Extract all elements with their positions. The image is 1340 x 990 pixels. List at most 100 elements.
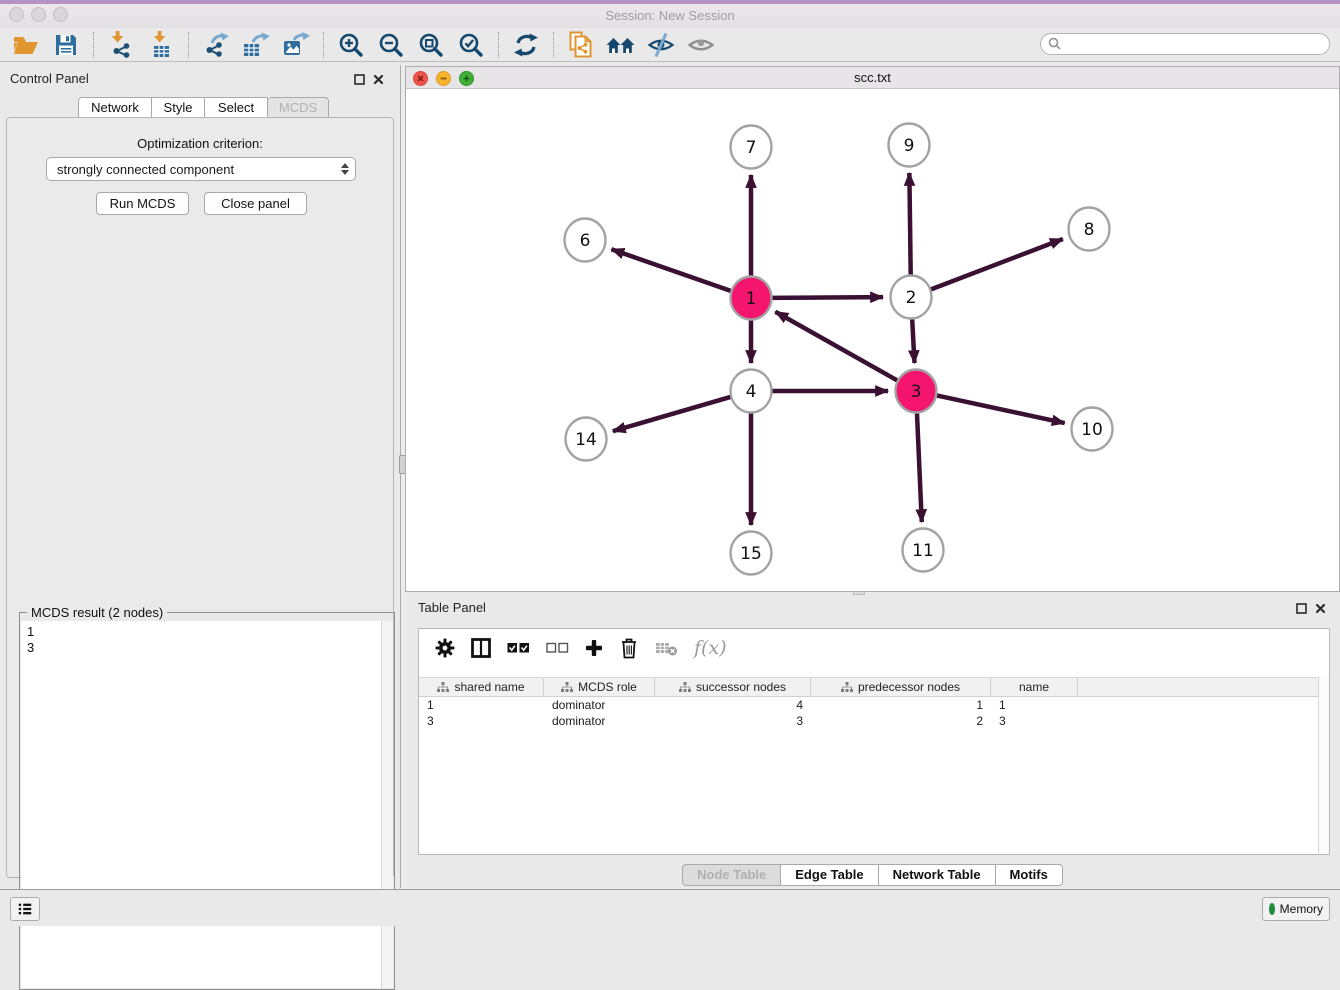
svg-text:8: 8 [1084,220,1095,240]
graph-node-8[interactable]: 8 [1069,208,1110,251]
new-network-from-selection-icon[interactable] [566,30,596,60]
first-neighbors-icon[interactable] [606,30,636,60]
edge-3-10[interactable] [936,395,1065,423]
table-row[interactable]: 1dominator411 [419,697,1319,713]
create-column-icon[interactable] [585,633,603,663]
control-panel-close-icon[interactable] [373,72,384,90]
function-builder-icon[interactable]: f(x) [694,633,727,663]
graph-node-1[interactable]: 1 [731,277,772,320]
table-cell[interactable]: 1 [419,697,544,713]
delete-column-icon[interactable] [619,633,639,663]
export-image-icon[interactable] [281,30,311,60]
search-box[interactable] [1040,33,1330,55]
control-tab-mcds[interactable]: MCDS [268,97,329,118]
mcds-result-scrollbar[interactable] [381,621,393,988]
graph-node-4[interactable]: 4 [731,370,772,413]
edge-1-6[interactable] [611,249,732,291]
network-window-titlebar[interactable]: scc.txt [406,67,1339,89]
svg-text:14: 14 [575,430,597,450]
close-panel-button[interactable]: Close panel [204,192,307,215]
network-graph-canvas[interactable]: 1 2 3 4 6 7 8 9 10 11 14 15 [406,88,1339,591]
table-cell[interactable]: 2 [811,713,991,729]
table-cell[interactable]: dominator [544,713,655,729]
table-tab-network-table[interactable]: Network Table [879,864,996,886]
table-cell[interactable]: 1 [811,697,991,713]
table-cell[interactable]: dominator [544,697,655,713]
table-panel-float-icon[interactable] [1296,601,1307,619]
table-tab-node-table[interactable]: Node Table [682,864,781,886]
graph-node-7[interactable]: 7 [731,126,772,169]
edge-3-1[interactable] [775,312,898,381]
criterion-select[interactable]: strongly connected component [46,157,356,181]
zoom-selected-icon[interactable] [456,30,486,60]
table-scrollbar[interactable] [1318,677,1329,853]
column-label: name [1019,680,1049,694]
table-panel-tabs: Node TableEdge TableNetwork TableMotifs [405,864,1340,886]
table-row[interactable]: 3dominator323 [419,713,1319,729]
zoom-in-icon[interactable] [336,30,366,60]
delete-table-icon[interactable] [655,633,678,663]
memory-button[interactable]: Memory [1262,897,1330,921]
mcds-result-title: MCDS result (2 nodes) [27,605,167,620]
zoom-fit-content-icon[interactable] [416,30,446,60]
edge-2-8[interactable] [930,239,1063,290]
save-session-icon[interactable] [51,30,81,60]
search-icon [1047,36,1063,52]
window-title: Session: New Session [0,8,1340,23]
graph-node-15[interactable]: 15 [731,532,772,575]
export-table-icon[interactable] [241,30,271,60]
edge-2-9[interactable] [909,173,910,277]
show-column-dialog-icon[interactable] [471,633,491,663]
control-tab-select[interactable]: Select [205,97,268,118]
column-header-predecessor-nodes[interactable]: predecessor nodes [811,678,991,696]
column-header-name[interactable]: name [991,678,1078,696]
graph-node-10[interactable]: 10 [1072,408,1113,451]
graph-node-3[interactable]: 3 [896,370,937,413]
table-settings-gear-icon[interactable] [435,633,455,663]
column-header-MCDS-role[interactable]: MCDS role [544,678,655,696]
control-panel-float-icon[interactable] [354,72,365,90]
graph-node-9[interactable]: 9 [889,124,930,167]
edge-4-14[interactable] [613,397,732,432]
import-table-icon[interactable] [146,30,176,60]
export-network-icon[interactable] [201,30,231,60]
task-history-button[interactable] [10,897,40,921]
mcds-result-textarea[interactable]: 1 3 [21,621,393,988]
column-header-shared-name[interactable]: shared name [419,678,544,696]
mcds-result-lines: 1 3 [27,624,34,656]
graph-node-11[interactable]: 11 [903,529,944,572]
edge-1-2[interactable] [771,297,883,298]
table-cell[interactable]: 3 [655,713,811,729]
search-input[interactable] [1063,34,1329,54]
svg-text:7: 7 [746,138,757,158]
control-tab-style[interactable]: Style [152,97,205,118]
table-cell[interactable]: 3 [419,713,544,729]
birds-eye-view-icon[interactable] [686,30,716,60]
window-titlebar: Session: New Session [0,0,1340,29]
apply-preferred-layout-icon[interactable] [511,30,541,60]
run-mcds-button[interactable]: Run MCDS [96,192,189,215]
table-cell[interactable]: 4 [655,697,811,713]
graph-node-2[interactable]: 2 [891,276,932,319]
control-tab-network[interactable]: Network [78,97,152,118]
unselect-all-columns-icon[interactable] [546,633,569,663]
select-all-columns-icon[interactable] [507,633,530,663]
show-hide-graphics-details-icon[interactable] [646,30,676,60]
import-network-icon[interactable] [106,30,136,60]
edge-3-11[interactable] [917,411,922,522]
edge-2-3[interactable] [912,317,914,363]
network-window-title: scc.txt [406,70,1339,85]
column-header-icon [561,682,573,693]
open-session-icon[interactable] [11,30,41,60]
svg-text:15: 15 [740,544,762,564]
graph-node-6[interactable]: 6 [565,219,606,262]
table-cell[interactable]: 3 [991,713,1078,729]
column-header-successor-nodes[interactable]: successor nodes [655,678,811,696]
table-cell[interactable]: 1 [991,697,1078,713]
table-tab-motifs[interactable]: Motifs [996,864,1063,886]
table-panel-close-icon[interactable] [1315,601,1326,619]
graph-node-14[interactable]: 14 [566,418,607,461]
zoom-out-icon[interactable] [376,30,406,60]
column-header-icon [437,682,449,693]
table-tab-edge-table[interactable]: Edge Table [781,864,878,886]
